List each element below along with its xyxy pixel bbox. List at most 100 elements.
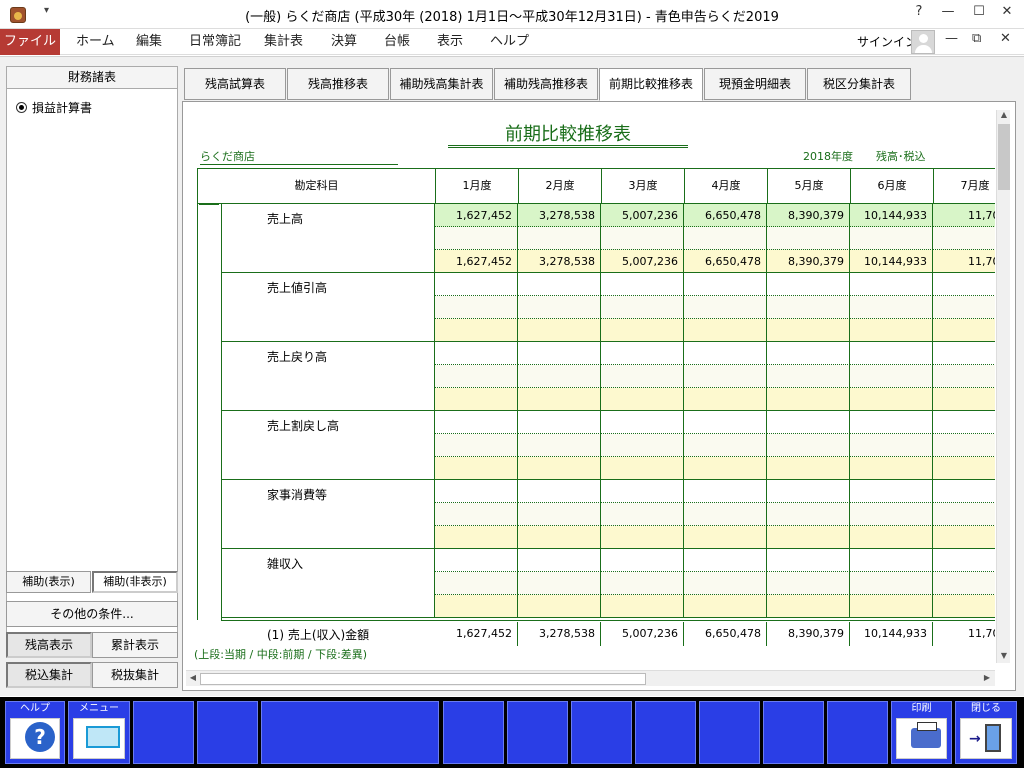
difference-cell[interactable] (435, 457, 518, 480)
current-period-cell[interactable] (767, 411, 850, 434)
current-period-cell[interactable]: 5,007,236 (601, 204, 684, 227)
previous-period-cell[interactable] (933, 434, 995, 457)
current-period-cell[interactable] (933, 342, 995, 365)
current-period-cell[interactable] (601, 549, 684, 572)
current-period-cell[interactable] (850, 480, 933, 503)
doc-minimize-button[interactable]: — (945, 31, 958, 46)
current-period-cell[interactable] (601, 411, 684, 434)
previous-period-cell[interactable] (435, 572, 518, 595)
previous-period-cell[interactable] (684, 365, 767, 388)
previous-period-cell[interactable] (850, 365, 933, 388)
difference-cell[interactable] (518, 388, 601, 411)
difference-cell[interactable] (850, 595, 933, 618)
total-cell[interactable]: 8,390,379 (767, 622, 850, 646)
difference-cell[interactable] (850, 388, 933, 411)
difference-cell[interactable] (435, 388, 518, 411)
current-period-cell[interactable]: 11,707, (933, 204, 995, 227)
current-period-cell[interactable] (518, 411, 601, 434)
fkey-print[interactable]: 印刷 (891, 701, 952, 764)
difference-cell[interactable] (933, 457, 995, 480)
fkey-blank-4[interactable] (443, 701, 504, 764)
current-period-cell[interactable] (850, 549, 933, 572)
doc-restore-button[interactable]: ⧉ (972, 31, 981, 46)
help-icon[interactable]: ? (908, 4, 930, 19)
vertical-scroll-thumb[interactable] (998, 124, 1010, 190)
difference-cell[interactable] (767, 526, 850, 549)
current-period-cell[interactable] (601, 273, 684, 296)
current-period-cell[interactable] (684, 480, 767, 503)
current-period-cell[interactable] (518, 549, 601, 572)
fkey-help[interactable]: ヘルプ ? (5, 701, 65, 764)
current-period-cell[interactable] (684, 549, 767, 572)
previous-period-cell[interactable] (850, 572, 933, 595)
tab-cash-deposit-detail[interactable]: 現預金明細表 (704, 68, 806, 100)
current-period-cell[interactable] (601, 480, 684, 503)
previous-period-cell[interactable] (601, 365, 684, 388)
fkey-blank-2[interactable] (197, 701, 258, 764)
previous-period-cell[interactable] (933, 365, 995, 388)
difference-cell[interactable] (684, 595, 767, 618)
current-period-cell[interactable] (435, 480, 518, 503)
previous-period-cell[interactable] (435, 365, 518, 388)
total-cell[interactable]: 11,707, (933, 622, 995, 646)
previous-period-cell[interactable] (850, 227, 933, 250)
previous-period-cell[interactable] (767, 434, 850, 457)
current-period-cell[interactable] (767, 342, 850, 365)
balance-display-button[interactable]: 残高表示 (6, 632, 92, 658)
previous-period-cell[interactable] (518, 227, 601, 250)
scroll-left-icon[interactable]: ◀ (186, 673, 200, 682)
previous-period-cell[interactable] (601, 572, 684, 595)
menu-summary[interactable]: 集計表 (264, 29, 303, 55)
current-period-cell[interactable] (933, 549, 995, 572)
difference-cell[interactable] (767, 388, 850, 411)
current-period-cell[interactable] (767, 480, 850, 503)
previous-period-cell[interactable] (684, 572, 767, 595)
fkey-close[interactable]: 閉じる → (955, 701, 1017, 764)
tax-exclusive-button[interactable]: 税抜集計 (92, 662, 178, 688)
difference-cell[interactable]: 8,390,379 (767, 250, 850, 273)
fkey-menu[interactable]: メニュー (68, 701, 130, 764)
current-period-cell[interactable] (435, 342, 518, 365)
previous-period-cell[interactable] (435, 296, 518, 319)
menu-closing[interactable]: 決算 (331, 29, 357, 55)
difference-cell[interactable] (767, 319, 850, 342)
fkey-blank-5[interactable] (507, 701, 568, 764)
difference-cell[interactable] (767, 457, 850, 480)
difference-cell[interactable] (435, 595, 518, 618)
maximize-button[interactable]: ☐ (968, 4, 990, 19)
difference-cell[interactable] (518, 319, 601, 342)
radio-income-statement[interactable] (16, 102, 27, 113)
previous-period-cell[interactable] (684, 296, 767, 319)
difference-cell[interactable]: 10,144,933 (850, 250, 933, 273)
current-period-cell[interactable] (850, 411, 933, 434)
difference-cell[interactable]: 1,627,452 (435, 250, 518, 273)
previous-period-cell[interactable] (933, 227, 995, 250)
previous-period-cell[interactable] (684, 434, 767, 457)
table-row[interactable]: 家事消費等 (197, 480, 995, 549)
tab-trial-balance[interactable]: 残高試算表 (184, 68, 286, 100)
difference-cell[interactable] (601, 388, 684, 411)
scroll-down-icon[interactable]: ▼ (997, 651, 1011, 660)
previous-period-cell[interactable] (933, 572, 995, 595)
tab-prior-comparison[interactable]: 前期比較推移表 (599, 68, 703, 101)
fkey-blank-3[interactable] (261, 701, 439, 764)
previous-period-cell[interactable] (767, 572, 850, 595)
current-period-cell[interactable] (518, 273, 601, 296)
previous-period-cell[interactable] (767, 227, 850, 250)
current-period-cell[interactable] (684, 342, 767, 365)
tab-sub-balance-trend[interactable]: 補助残高推移表 (494, 68, 598, 100)
previous-period-cell[interactable] (850, 434, 933, 457)
current-period-cell[interactable] (767, 273, 850, 296)
current-period-cell[interactable] (933, 411, 995, 434)
current-period-cell[interactable] (518, 342, 601, 365)
current-period-cell[interactable]: 1,627,452 (435, 204, 518, 227)
previous-period-cell[interactable] (767, 503, 850, 526)
sub-show-button[interactable]: 補助(表示) (6, 571, 91, 593)
previous-period-cell[interactable] (767, 296, 850, 319)
fkey-blank-8[interactable] (699, 701, 760, 764)
previous-period-cell[interactable] (933, 296, 995, 319)
previous-period-cell[interactable] (435, 503, 518, 526)
radio-income-statement-label[interactable]: 損益計算書 (32, 99, 92, 116)
difference-cell[interactable] (684, 388, 767, 411)
difference-cell[interactable]: 5,007,236 (601, 250, 684, 273)
